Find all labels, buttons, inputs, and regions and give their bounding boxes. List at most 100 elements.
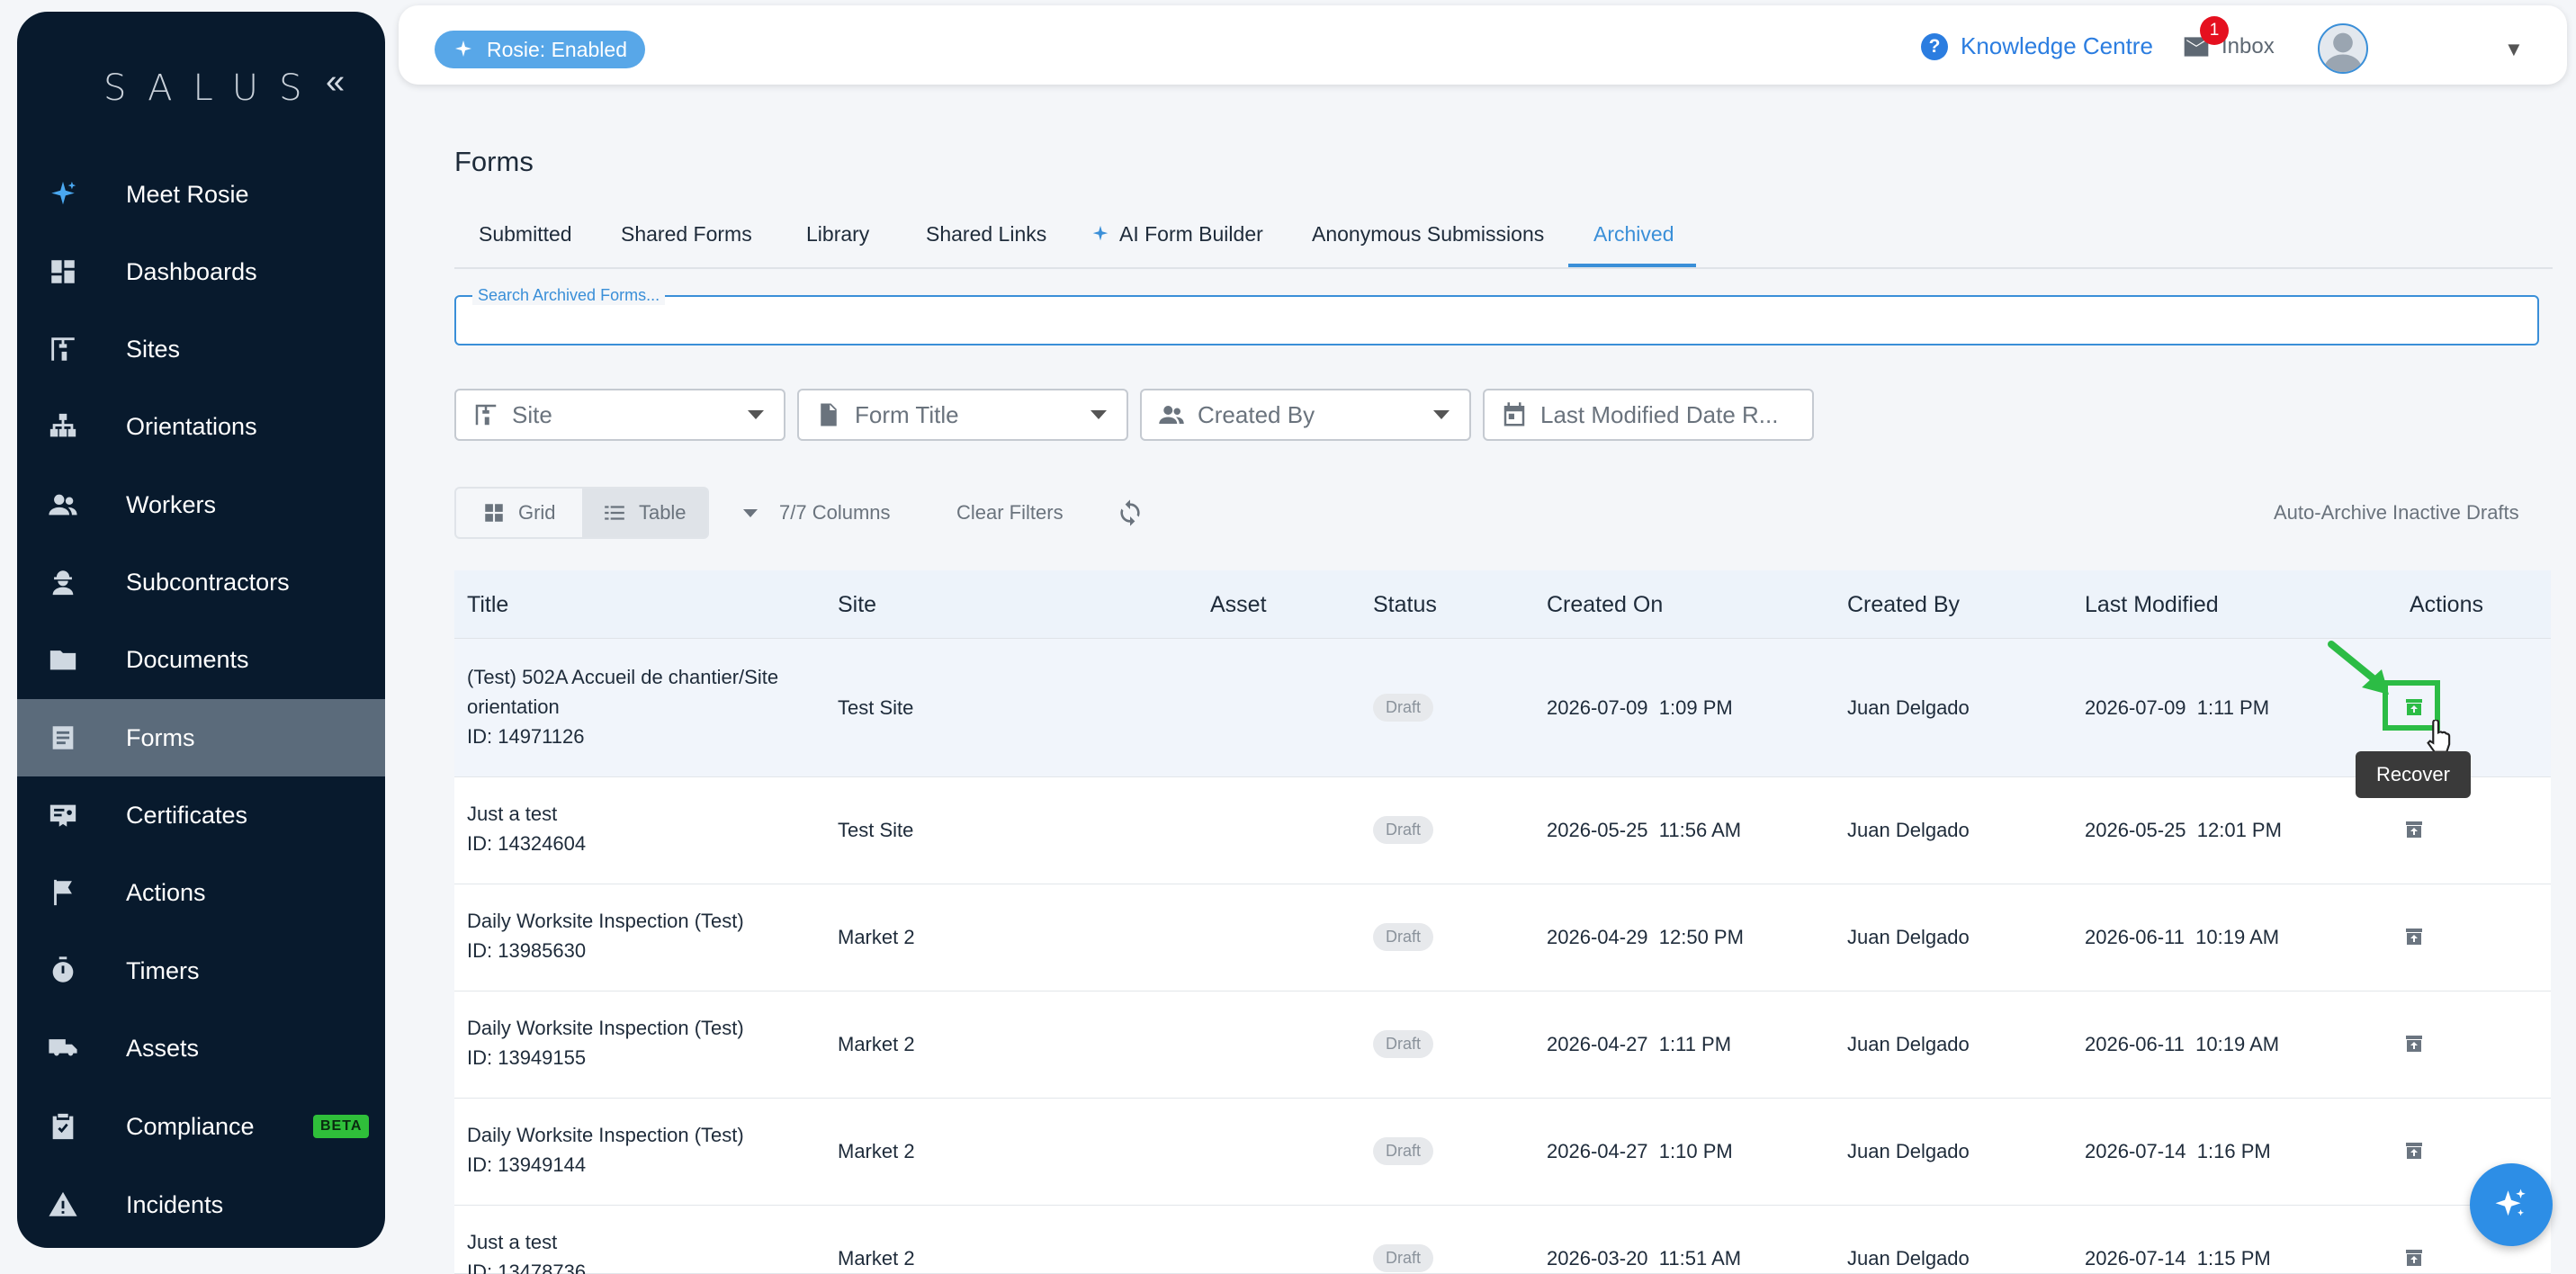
sidebar-item-compliance[interactable]: Compliance BETA <box>17 1088 385 1165</box>
row-created-by: Juan Delgado <box>1847 819 1970 841</box>
hand-cursor-icon <box>2427 720 2451 753</box>
recover-button[interactable] <box>2403 926 2425 947</box>
unarchive-icon <box>2406 929 2422 945</box>
crane-icon <box>46 332 80 366</box>
recover-button[interactable] <box>2403 1247 2425 1269</box>
last-modified-date-filter[interactable]: Last Modified Date R... <box>1483 389 1814 441</box>
sidebar-item-timers[interactable]: Timers <box>17 932 385 1009</box>
grid-icon <box>485 504 503 522</box>
row-id: ID: 13478736 <box>467 1261 587 1274</box>
header-created-by[interactable]: Created By <box>1847 592 1960 618</box>
people-icon <box>1159 406 1184 424</box>
sidebar-item-label: Documents <box>126 645 249 673</box>
tab-ai-form-builder[interactable]: AI Form Builder <box>1091 222 1263 247</box>
sidebar-item-label: Meet Rosie <box>126 180 249 208</box>
search-input[interactable] <box>474 306 2517 336</box>
crane-icon <box>475 404 497 426</box>
page-title: Forms <box>454 146 534 177</box>
title-line: orientation <box>467 695 560 718</box>
tab-shared-forms[interactable]: Shared Forms <box>621 222 752 247</box>
sidebar-item-actions[interactable]: Actions <box>17 854 385 931</box>
collapse-sidebar-icon[interactable]: « <box>326 64 345 100</box>
table-row[interactable]: Daily Worksite Inspection (Test) ID: 139… <box>454 991 2551 1099</box>
form-title-filter[interactable]: Form Title <box>797 389 1128 441</box>
row-id: ID: 14971126 <box>467 725 585 748</box>
sidebar-item-orientations[interactable]: Orientations <box>17 388 385 465</box>
row-last-modified: 2026-05-25 12:01 PM <box>2085 819 2282 841</box>
tab-shared-links[interactable]: Shared Links <box>926 222 1046 247</box>
avatar[interactable] <box>2318 23 2368 74</box>
title-line: (Test) 502A Accueil de chantier/Site <box>467 666 779 688</box>
sidebar-item-label: Actions <box>126 878 206 906</box>
header-status[interactable]: Status <box>1373 592 1437 618</box>
header-asset[interactable]: Asset <box>1210 592 1267 618</box>
row-created-on: 2026-07-09 1:09 PM <box>1547 696 1733 719</box>
auto-archive-inactive-drafts-button[interactable]: Auto-Archive Inactive Drafts <box>2274 501 2519 525</box>
help-icon: ? <box>1921 32 1948 60</box>
recover-button[interactable] <box>2403 1033 2425 1054</box>
sidebar-item-workers[interactable]: Workers <box>17 466 385 543</box>
sidebar-item-sites[interactable]: Sites <box>17 310 385 388</box>
row-site: Test Site <box>838 819 914 841</box>
sidebar-item-certificates[interactable]: Certificates <box>17 776 385 854</box>
sidebar-item-label: Sites <box>126 335 181 363</box>
status-badge: Draft <box>1373 1030 1434 1058</box>
title-line: Daily Worksite Inspection (Test) <box>467 910 744 932</box>
salus-logo[interactable]: SALUS <box>103 67 322 109</box>
row-last-modified: 2026-06-11 10:19 AM <box>2085 926 2280 948</box>
view-toggle: Grid Table <box>454 487 709 539</box>
rosie-enabled-toggle[interactable]: Rosie: Enabled <box>435 31 645 68</box>
sidebar-item-documents[interactable]: Documents <box>17 621 385 698</box>
sidebar-item-label: Compliance <box>126 1112 255 1140</box>
header-created-on[interactable]: Created On <box>1547 592 1663 618</box>
header-last-modified[interactable]: Last Modified <box>2085 592 2219 618</box>
flag-icon <box>46 875 80 910</box>
beta-badge: BETA <box>313 1115 370 1138</box>
row-id: ID: 13949144 <box>467 1153 587 1176</box>
grid-view-button[interactable]: Grid <box>456 489 582 537</box>
status-badge: Draft <box>1373 1137 1434 1165</box>
row-created-by: Juan Delgado <box>1847 926 1970 948</box>
table-row[interactable]: Daily Worksite Inspection (Test) ID: 139… <box>454 1099 2551 1206</box>
columns-selector[interactable]: 7/7 Columns <box>779 501 891 525</box>
header-site[interactable]: Site <box>838 592 876 618</box>
table-view-button[interactable]: Table <box>581 489 707 537</box>
columns-chevron-down-icon[interactable] <box>743 509 758 517</box>
row-id: ID: 14324604 <box>467 832 587 855</box>
sidebar-item-dashboards[interactable]: Dashboards <box>17 233 385 310</box>
recover-button[interactable] <box>2403 1140 2425 1162</box>
user-menu-chevron-down-icon[interactable]: ▼ <box>2504 38 2524 61</box>
sidebar-item-label: Dashboards <box>126 257 257 285</box>
sidebar-item-assets[interactable]: Assets <box>17 1009 385 1087</box>
row-last-modified: 2026-06-11 10:19 AM <box>2085 1033 2280 1055</box>
inbox-button[interactable]: Inbox <box>2182 32 2275 61</box>
sidebar-item-label: Assets <box>126 1034 200 1062</box>
header-title[interactable]: Title <box>467 592 508 618</box>
sidebar-item-meet-rosie[interactable]: Meet Rosie <box>17 156 385 233</box>
table-row[interactable]: (Test) 502A Accueil de chantier/Site ori… <box>454 639 2551 777</box>
tab-archived[interactable]: Archived <box>1593 222 1674 247</box>
sidebar-item-label: Orientations <box>126 412 257 440</box>
knowledge-centre-link[interactable]: ? Knowledge Centre <box>1921 32 2153 60</box>
tab-library[interactable]: Library <box>806 222 869 247</box>
truck-icon <box>46 1031 80 1065</box>
recover-button[interactable] <box>2403 819 2425 840</box>
sidebar-item-forms[interactable]: Forms <box>17 699 385 776</box>
rosie-assistant-button[interactable] <box>2470 1163 2553 1246</box>
created-by-filter[interactable]: Created By <box>1140 389 1471 441</box>
clear-filters-button[interactable]: Clear Filters <box>956 501 1064 525</box>
sidebar-item-incidents[interactable]: Incidents <box>17 1166 385 1243</box>
tab-anonymous-submissions[interactable]: Anonymous Submissions <box>1312 222 1544 247</box>
site-filter[interactable]: Site <box>454 389 785 441</box>
row-title: Daily Worksite Inspection (Test) ID: 139… <box>467 906 744 965</box>
table-row[interactable]: Daily Worksite Inspection (Test) ID: 139… <box>454 884 2551 991</box>
table-row[interactable]: Just a test ID: 13478736 Market 2 Draft … <box>454 1206 2551 1274</box>
refresh-icon[interactable] <box>1116 498 1144 527</box>
tab-submitted[interactable]: Submitted <box>479 222 572 247</box>
sidebar-item-subcontractors[interactable]: Subcontractors <box>17 543 385 621</box>
table-row[interactable]: Just a test ID: 14324604 Test Site Draft… <box>454 777 2551 884</box>
sidebar-item-label: Certificates <box>126 801 248 829</box>
knowledge-centre-label: Knowledge Centre <box>1961 32 2153 59</box>
title-line: Daily Worksite Inspection (Test) <box>467 1124 744 1146</box>
dashboard-icon <box>46 255 80 289</box>
